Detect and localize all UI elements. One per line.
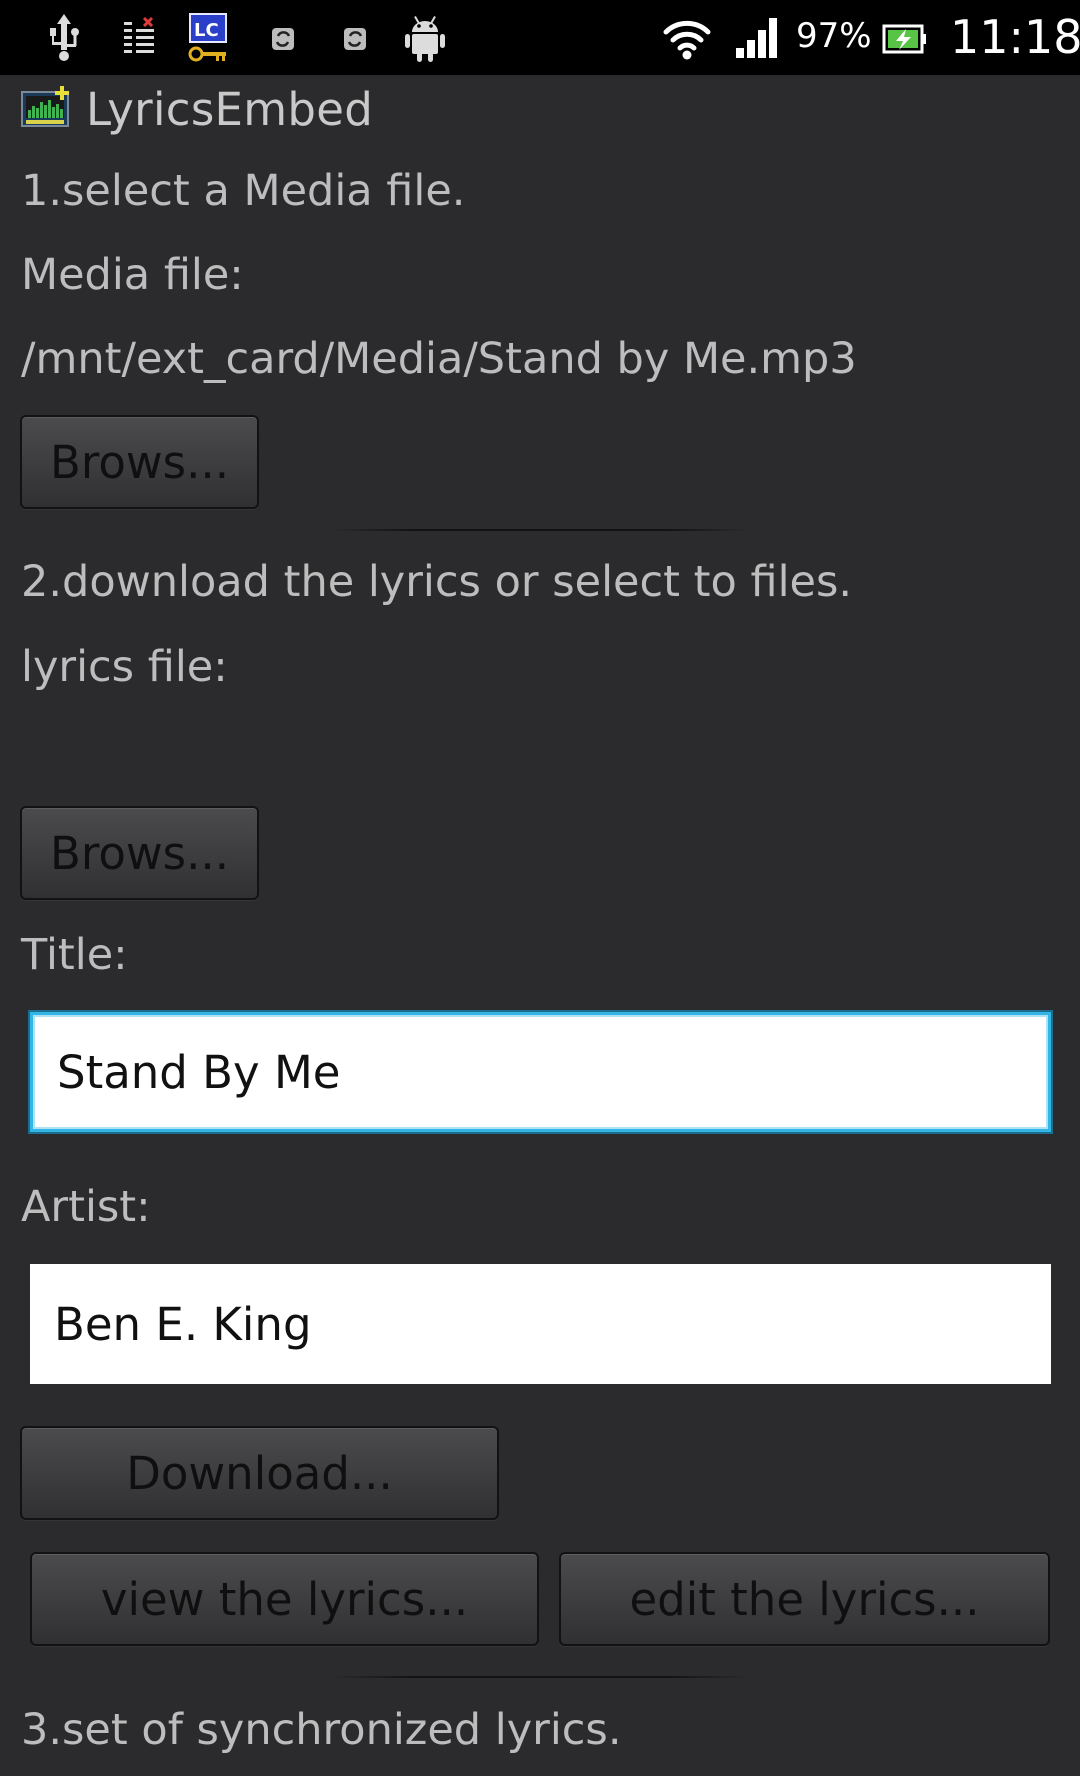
status-bar: LC 97% 11:18 <box>0 0 1080 75</box>
title-label: Title: <box>21 930 128 980</box>
lyrics-file-label: lyrics file: <box>21 642 228 692</box>
task-manager-icon <box>124 16 154 53</box>
edit-lyrics-button[interactable]: edit the lyrics... <box>559 1552 1050 1646</box>
svg-text:LC: LC <box>194 20 219 41</box>
view-lyrics-button[interactable]: view the lyrics... <box>30 1552 539 1646</box>
step3-heading: 3.set of synchronized lyrics. <box>21 1705 622 1755</box>
step1-heading: 1.select a Media file. <box>21 166 466 216</box>
sync-icon <box>272 28 294 50</box>
wifi-icon <box>663 20 711 60</box>
media-file-label: Media file: <box>21 250 244 300</box>
lucky-patcher-icon: LC <box>188 13 227 62</box>
app-title: LyricsEmbed <box>86 82 374 136</box>
usb-icon <box>50 14 79 61</box>
clock: 11:18 <box>950 10 1080 64</box>
battery-charging-icon <box>882 24 926 54</box>
media-file-path: /mnt/ext_card/Media/Stand by Me.mp3 <box>21 334 857 384</box>
download-button[interactable]: Download... <box>20 1426 499 1520</box>
artist-input[interactable]: Ben E. King <box>30 1264 1051 1384</box>
browse-lyrics-button[interactable]: Brows... <box>20 806 259 900</box>
browse-media-button[interactable]: Brows... <box>20 415 259 509</box>
section-divider <box>330 1676 750 1678</box>
battery-percent: 97% <box>796 16 872 56</box>
step2-heading: 2.download the lyrics or select to files… <box>21 557 853 607</box>
artist-label: Artist: <box>21 1182 151 1232</box>
section-divider <box>330 529 750 531</box>
title-input[interactable]: Stand By Me <box>30 1012 1051 1132</box>
lyrics-embed-app-icon <box>21 86 69 127</box>
sync-icon <box>344 28 366 50</box>
cell-signal-icon <box>736 18 777 58</box>
app-title-bar: LyricsEmbed <box>20 78 373 140</box>
android-icon <box>405 16 445 62</box>
lyrics-embed-screen: LC 97% 11:18 LyricsEmbed 1.select a Medi… <box>0 0 1080 1776</box>
